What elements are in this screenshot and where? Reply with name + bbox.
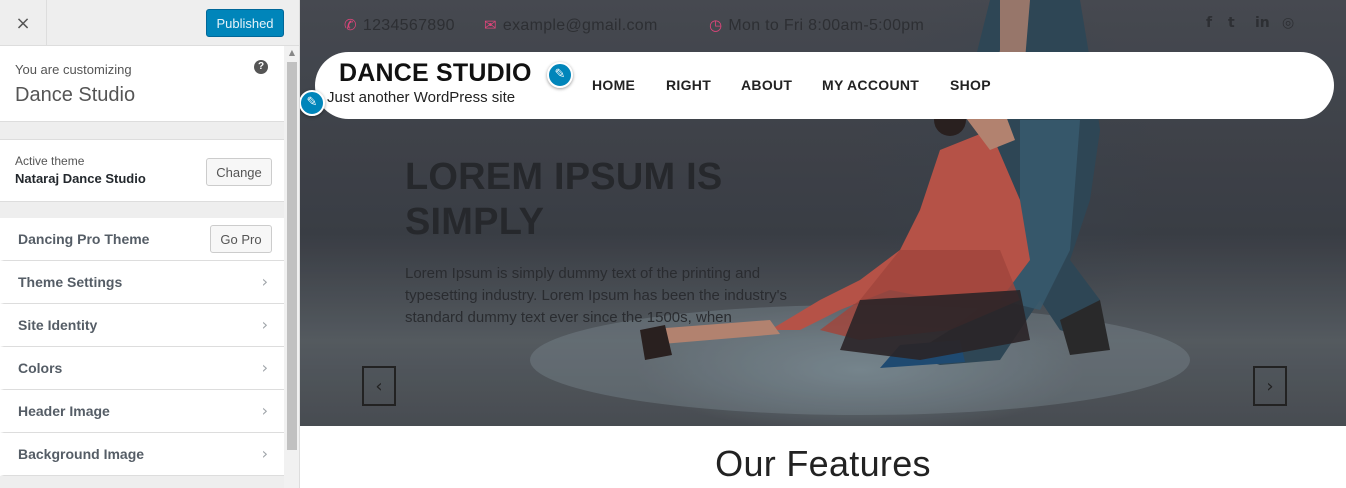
customizing-label: You are customizing: [15, 62, 132, 77]
help-icon[interactable]: ?: [254, 60, 268, 74]
nav-my-account[interactable]: MY ACCOUNT: [822, 77, 919, 93]
chevron-right-icon: ›: [261, 358, 268, 377]
section-header-image[interactable]: Header Image ›: [0, 390, 284, 433]
site-tagline: Just another WordPress site: [327, 89, 516, 106]
customizer-header: × Published: [0, 0, 299, 46]
publish-button[interactable]: Published: [206, 9, 284, 37]
scroll-up-icon[interactable]: ▲: [284, 46, 299, 60]
hours-item: ◷ Mon to Fri 8:00am-5:00pm: [709, 16, 924, 35]
envelope-icon: ✉: [484, 16, 497, 34]
section-label: Header Image: [18, 403, 110, 419]
chevron-right-icon: ›: [1266, 375, 1274, 397]
section-label: Dancing Pro Theme: [18, 231, 150, 247]
site-navbar: DANCE STUDIO Just another WordPress site…: [315, 52, 1334, 119]
section-dancing-pro-theme: Dancing Pro Theme Go Pro: [0, 218, 284, 261]
section-label: Theme Settings: [18, 274, 123, 290]
scrollbar-thumb[interactable]: [287, 62, 297, 450]
site-preview: ✆ 1234567890 ✉ example@gmail.com ◷ Mon to F…: [300, 0, 1346, 488]
linkedin-icon[interactable]: in: [1255, 15, 1270, 31]
email-item[interactable]: ✉ example@gmail.com: [484, 16, 658, 35]
features-heading: Our Features: [715, 443, 931, 484]
hours-text: Mon to Fri 8:00am-5:00pm: [728, 17, 925, 34]
nav-about[interactable]: ABOUT: [741, 77, 792, 93]
hero-text: Lorem Ipsum is simply dummy text of the …: [405, 265, 787, 326]
site-title[interactable]: DANCE STUDIO: [339, 59, 532, 88]
section-background-image[interactable]: Background Image ›: [0, 433, 284, 476]
phone-item: ✆ 1234567890: [344, 16, 455, 35]
change-theme-button[interactable]: Change: [206, 158, 272, 186]
customizing-site-title: Dance Studio: [15, 84, 136, 106]
section-theme-settings[interactable]: Theme Settings ›: [0, 261, 284, 304]
contact-topbar: ✆ 1234567890 ✉ example@gmail.com ◷ Mon to F…: [300, 0, 1346, 52]
customizer-sidebar: × Published You are customizing Dance St…: [0, 0, 300, 488]
chevron-right-icon: ›: [261, 315, 268, 334]
nav-home[interactable]: HOME: [592, 77, 635, 93]
go-pro-button[interactable]: Go Pro: [210, 225, 272, 253]
phone-icon: ✆: [344, 16, 357, 34]
hero-slider: ✆ 1234567890 ✉ example@gmail.com ◷ Mon to F…: [300, 0, 1346, 426]
customizing-info: You are customizing Dance Studio ?: [0, 46, 284, 122]
section-colors[interactable]: Colors ›: [0, 347, 284, 390]
customizer-panel: You are customizing Dance Studio ? Activ…: [0, 46, 284, 488]
edit-menu-pencil-icon[interactable]: ✎: [547, 62, 573, 88]
slider-prev-button[interactable]: ‹: [362, 366, 396, 406]
nav-right[interactable]: RIGHT: [666, 77, 711, 93]
email-text: example@gmail.com: [502, 17, 658, 34]
section-label: Colors: [18, 360, 63, 376]
edit-title-pencil-icon[interactable]: ✎: [300, 90, 325, 116]
twitter-icon[interactable]: t: [1228, 15, 1235, 31]
close-icon[interactable]: ×: [0, 0, 47, 46]
active-theme-name: Nataraj Dance Studio: [15, 171, 146, 186]
sidebar-scrollbar[interactable]: ▲: [284, 46, 299, 488]
active-theme-label: Active theme: [15, 154, 85, 168]
chevron-left-icon: ‹: [375, 375, 383, 397]
section-label: Site Identity: [18, 317, 98, 333]
section-site-identity[interactable]: Site Identity ›: [0, 304, 284, 347]
active-theme-section: Active theme Nataraj Dance Studio Change: [0, 139, 284, 202]
phone-text: 1234567890: [362, 17, 455, 34]
facebook-icon[interactable]: f: [1206, 15, 1212, 31]
section-label: Background Image: [18, 446, 145, 462]
slider-next-button[interactable]: ›: [1253, 366, 1287, 406]
chevron-right-icon: ›: [261, 401, 268, 420]
nav-shop[interactable]: SHOP: [950, 77, 991, 93]
hero-heading: LOREM IPSUM IS SIMPLY: [405, 156, 723, 243]
clock-icon: ◷: [709, 16, 723, 34]
chevron-right-icon: ›: [261, 272, 268, 291]
instagram-icon[interactable]: ◎: [1282, 15, 1294, 31]
chevron-right-icon: ›: [261, 444, 268, 463]
